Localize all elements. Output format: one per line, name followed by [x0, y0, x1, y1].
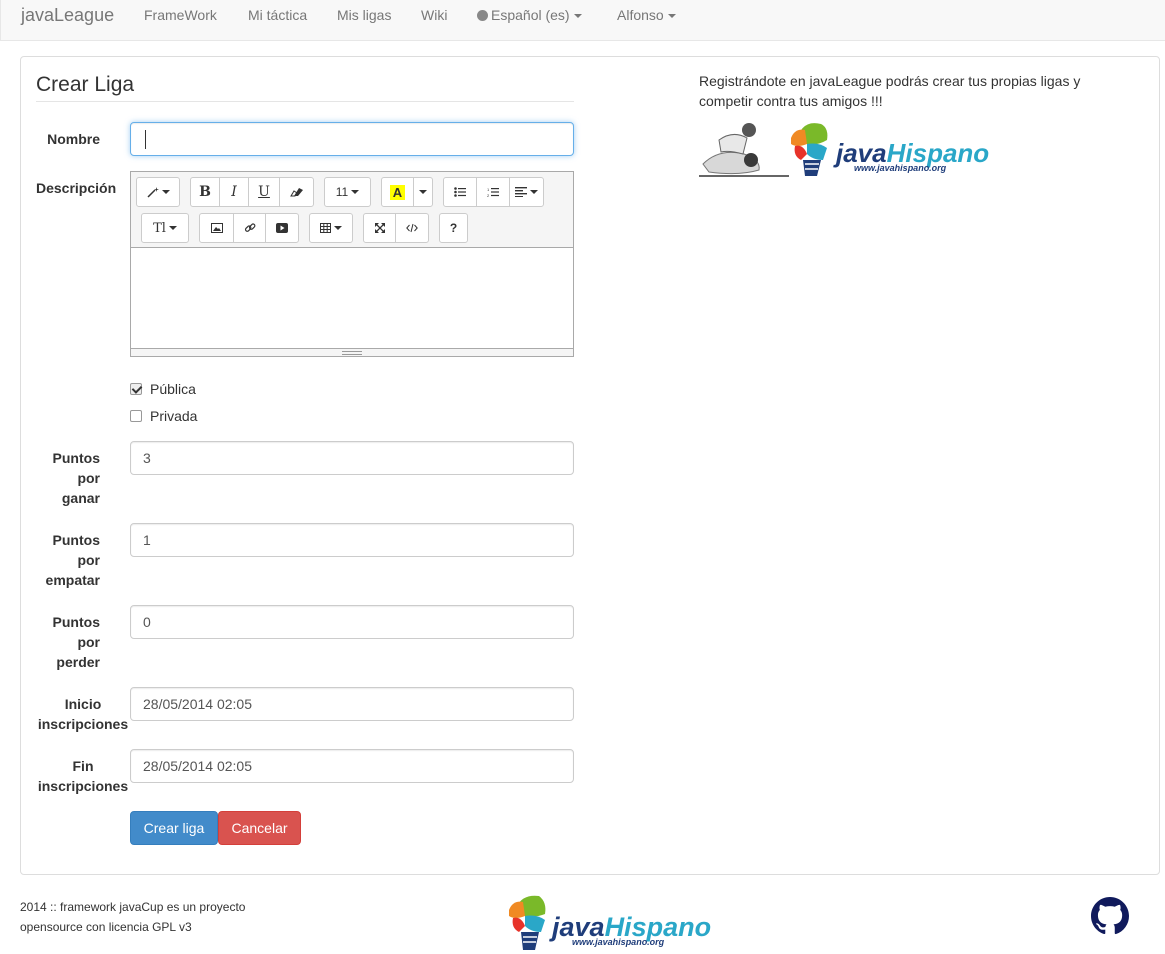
github-icon[interactable]	[1091, 897, 1129, 935]
sidebar-info-text: Registrándote en javaLeague podrás crear…	[699, 73, 1081, 109]
bullet-list-icon	[454, 187, 466, 197]
ordered-list-button[interactable]: 12	[476, 177, 510, 207]
nav-mi-tactica[interactable]: Mi táctica	[248, 7, 307, 23]
language-dropdown[interactable]: Español (es)	[477, 7, 582, 23]
italic-button[interactable]: I	[219, 177, 249, 207]
javahispano-url: www.javahispano.org	[854, 163, 947, 173]
link-icon	[244, 223, 255, 232]
font-size-value: 11	[335, 185, 349, 199]
nav-wiki[interactable]: Wiki	[421, 7, 447, 23]
text-style-icon: Tl	[153, 220, 166, 236]
color-dropdown-toggle[interactable]	[413, 177, 433, 207]
bold-button[interactable]: B	[190, 177, 220, 207]
style-magic-button[interactable]	[136, 177, 180, 207]
code-view-button[interactable]	[395, 213, 429, 243]
editor-toolbar: B I U 11 A 12 Tl ?	[131, 172, 573, 248]
clear-format-button[interactable]	[279, 177, 314, 207]
magic-wand-icon	[146, 187, 159, 198]
fullscreen-button[interactable]	[363, 213, 396, 243]
insert-table-dropdown[interactable]	[309, 213, 353, 243]
privada-label[interactable]: Privada	[150, 408, 197, 424]
numbered-list-icon: 12	[487, 187, 499, 198]
brand-link[interactable]: javaLeague	[21, 5, 114, 26]
footer-text: 2014 :: framework javaCup es un proyecto…	[20, 900, 246, 934]
fin-inscripciones-label: Fin inscripciones	[37, 758, 129, 794]
nombre-input[interactable]	[130, 122, 574, 156]
cancelar-button[interactable]: Cancelar	[218, 811, 301, 845]
svg-text:1: 1	[487, 187, 490, 192]
chevron-down-icon	[161, 190, 170, 194]
descripcion-label: Descripción	[36, 180, 117, 196]
description-editor: B I U 11 A 12 Tl ?	[130, 171, 574, 357]
user-dropdown[interactable]: Alfonso	[617, 7, 676, 23]
puntos-ganar-label: Puntos por ganar	[52, 450, 100, 506]
publica-label[interactable]: Pública	[150, 381, 196, 397]
grip-icon	[342, 351, 362, 355]
underline-button[interactable]: U	[248, 177, 280, 207]
nombre-label: Nombre	[47, 131, 100, 147]
globe-icon	[477, 10, 488, 21]
code-icon	[406, 223, 418, 233]
privada-checkbox[interactable]	[130, 410, 142, 422]
chevron-down-icon	[351, 190, 360, 194]
puntos-ganar-input[interactable]: 3	[130, 441, 574, 475]
help-button[interactable]: ?	[439, 213, 468, 243]
user-name: Alfonso	[617, 7, 664, 23]
insert-video-button[interactable]	[265, 213, 299, 243]
insert-picture-button[interactable]	[199, 213, 234, 243]
chevron-down-icon	[334, 226, 342, 230]
puntos-perder-input[interactable]: 0	[130, 605, 574, 639]
chevron-down-icon	[168, 226, 177, 230]
text-cursor	[145, 130, 146, 149]
editor-content-area[interactable]	[131, 248, 573, 348]
editor-resize-handle[interactable]	[131, 348, 573, 356]
fullscreen-icon	[374, 223, 385, 233]
mascot-image	[699, 123, 789, 177]
language-label: Español (es)	[491, 7, 570, 23]
svg-text:2: 2	[487, 193, 490, 198]
chevron-down-icon	[530, 190, 538, 194]
unordered-list-button[interactable]	[443, 177, 477, 207]
footer-javahispano-logo[interactable]: javaHispano www.javahispano.org	[505, 894, 760, 954]
paragraph-align-dropdown[interactable]	[509, 177, 544, 207]
video-icon	[276, 223, 288, 233]
title-divider	[36, 101, 574, 102]
text-style-dropdown[interactable]: Tl	[141, 213, 189, 243]
highlight-color-button[interactable]: A	[381, 177, 414, 207]
font-size-dropdown[interactable]: 11	[324, 177, 371, 207]
table-icon	[320, 223, 331, 233]
top-navbar: javaLeague FrameWork Mi táctica Mis liga…	[0, 0, 1165, 41]
page-title: Crear Liga	[36, 73, 135, 96]
puntos-perder-label: Puntos por perder	[52, 614, 100, 670]
inicio-inscripciones-label: Inicio inscripciones	[37, 696, 129, 732]
chevron-down-icon	[573, 14, 582, 19]
javahispano-url: www.javahispano.org	[572, 937, 665, 947]
picture-icon	[210, 223, 223, 233]
eraser-icon	[289, 188, 303, 197]
highlight-icon: A	[389, 184, 406, 200]
crear-liga-button[interactable]: Crear liga	[130, 811, 218, 845]
insert-link-button[interactable]	[233, 213, 266, 243]
fin-inscripciones-input[interactable]: 28/05/2014 02:05	[130, 749, 574, 783]
nav-mis-ligas[interactable]: Mis ligas	[337, 7, 391, 23]
align-left-icon	[515, 187, 527, 197]
javahispano-logo-icon	[791, 123, 828, 176]
javahispano-logo-icon	[509, 895, 546, 950]
nav-framework[interactable]: FrameWork	[144, 7, 217, 23]
puntos-empatar-input[interactable]: 1	[130, 523, 574, 557]
puntos-empatar-label: Puntos por empatar	[45, 532, 100, 588]
chevron-down-icon	[419, 190, 427, 194]
chevron-down-icon	[667, 14, 676, 19]
publica-checkbox[interactable]	[130, 383, 142, 395]
inicio-inscripciones-input[interactable]: 28/05/2014 02:05	[130, 687, 574, 721]
sidebar-javahispano-banner: javaHispano www.javahispano.org	[699, 123, 989, 177]
